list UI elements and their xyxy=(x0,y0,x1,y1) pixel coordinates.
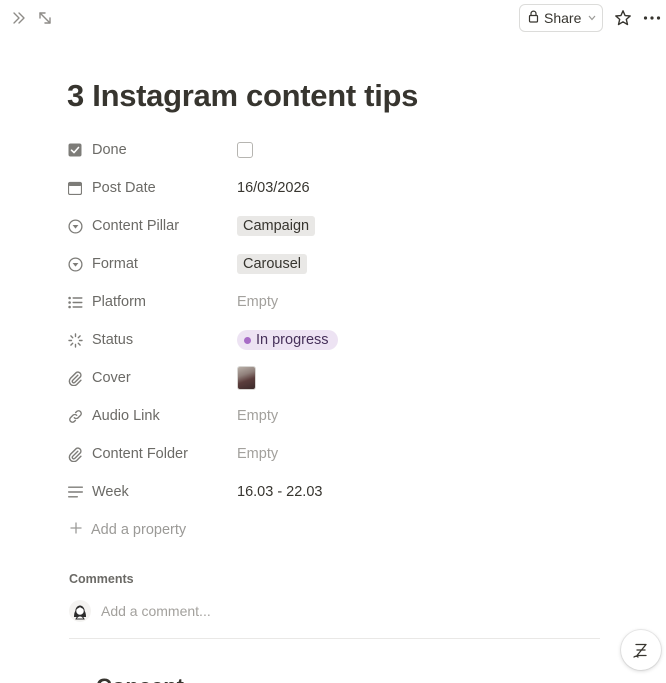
add-property-label: Add a property xyxy=(91,522,187,538)
favorite-star-icon[interactable] xyxy=(612,8,634,28)
chevron-down-icon xyxy=(588,13,596,24)
post-date-value[interactable]: 16/03/2026 xyxy=(237,173,310,203)
property-row-week: Week 16.03 - 22.03 xyxy=(67,473,607,511)
format-value[interactable]: Carousel xyxy=(237,249,308,279)
audio-link-value[interactable]: Empty xyxy=(237,401,278,431)
property-label: Format xyxy=(92,256,138,272)
paperclip-icon xyxy=(67,370,83,386)
cover-value[interactable] xyxy=(237,363,256,393)
status-value[interactable]: In progress xyxy=(237,325,338,355)
calendar-icon xyxy=(67,180,83,196)
property-name-content-folder[interactable]: Content Folder xyxy=(67,439,237,469)
lock-icon xyxy=(528,10,539,26)
share-label: Share xyxy=(544,10,582,26)
platform-value[interactable]: Empty xyxy=(237,287,278,317)
done-checkbox[interactable] xyxy=(237,142,253,158)
select-icon xyxy=(67,218,83,234)
property-name-cover[interactable]: Cover xyxy=(67,363,237,393)
multi-select-icon xyxy=(67,294,83,310)
property-name-format[interactable]: Format xyxy=(67,249,237,279)
property-label: Content Pillar xyxy=(92,218,180,234)
property-row-format: Format Carousel xyxy=(67,245,607,283)
property-row-cover: Cover xyxy=(67,359,607,397)
link-icon xyxy=(67,408,83,424)
property-row-done: Done xyxy=(67,131,607,169)
more-options-icon[interactable] xyxy=(641,8,663,28)
property-name-audio-link[interactable]: Audio Link xyxy=(67,401,237,431)
comments-heading: Comments xyxy=(69,572,134,586)
property-row-content-pillar: Content Pillar Campaign xyxy=(67,207,607,245)
status-dot-icon xyxy=(244,336,251,344)
property-label: Audio Link xyxy=(92,408,160,424)
property-row-content-folder: Content Folder Empty xyxy=(67,435,607,473)
property-row-platform: Platform Empty xyxy=(67,283,607,321)
property-label: Post Date xyxy=(92,180,156,196)
week-value[interactable]: 16.03 - 22.03 xyxy=(237,477,322,507)
comment-input[interactable]: Add a comment... xyxy=(101,603,211,619)
property-label: Content Folder xyxy=(92,446,188,462)
status-label: In progress xyxy=(256,332,329,348)
avatar xyxy=(69,600,91,622)
select-tag: Carousel xyxy=(237,254,308,274)
checkbox-icon xyxy=(67,142,83,158)
paperclip-icon xyxy=(67,446,83,462)
property-label: Week xyxy=(92,484,129,500)
properties-list: Done Post Date 16/03/2026 Content Pillar… xyxy=(67,131,607,511)
content-folder-value[interactable]: Empty xyxy=(237,439,278,469)
page-title[interactable]: 3 Instagram content tips xyxy=(67,78,418,114)
property-row-status: Status In progress xyxy=(67,321,607,359)
share-button[interactable]: Share xyxy=(519,4,603,32)
property-row-audio-link: Audio Link Empty xyxy=(67,397,607,435)
property-label: Status xyxy=(92,332,134,348)
property-label: Platform xyxy=(92,294,146,310)
select-icon xyxy=(67,256,83,272)
property-name-status[interactable]: Status xyxy=(67,325,237,355)
done-checkbox-value[interactable] xyxy=(237,135,253,165)
property-name-post-date[interactable]: Post Date xyxy=(67,173,237,203)
comment-composer[interactable]: Add a comment... xyxy=(69,599,600,623)
content-heading[interactable]: Concept xyxy=(96,674,184,683)
property-label: Cover xyxy=(92,370,131,386)
notion-ai-help-icon[interactable] xyxy=(621,630,661,670)
property-name-done[interactable]: Done xyxy=(67,135,237,165)
text-lines-icon xyxy=(67,484,83,500)
select-tag: Campaign xyxy=(237,216,316,236)
top-bar: Share xyxy=(0,0,666,36)
cover-image-thumbnail[interactable] xyxy=(237,366,256,390)
property-row-post-date: Post Date 16/03/2026 xyxy=(67,169,607,207)
plus-icon xyxy=(69,521,83,539)
add-property-button[interactable]: Add a property xyxy=(69,519,186,541)
status-icon xyxy=(67,332,83,348)
property-name-week[interactable]: Week xyxy=(67,477,237,507)
property-name-platform[interactable]: Platform xyxy=(67,287,237,317)
divider xyxy=(69,638,600,639)
status-badge: In progress xyxy=(237,330,338,350)
property-name-content-pillar[interactable]: Content Pillar xyxy=(67,211,237,241)
top-bar-left xyxy=(10,8,54,28)
content-pillar-value[interactable]: Campaign xyxy=(237,211,316,241)
property-label: Done xyxy=(92,142,127,158)
close-peek-double-chevron-icon[interactable] xyxy=(10,8,28,28)
expand-icon[interactable] xyxy=(36,8,54,28)
